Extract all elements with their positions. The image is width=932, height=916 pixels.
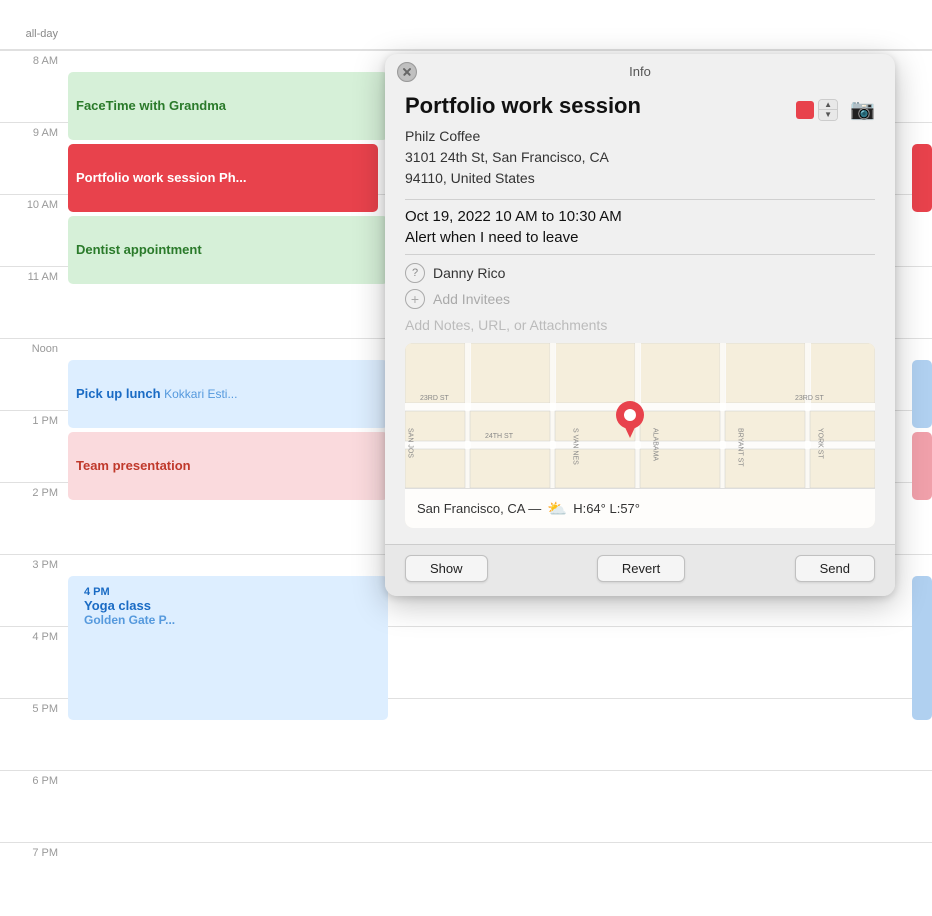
- add-invitees-label: Add Invitees: [433, 291, 510, 307]
- time-slot-6pm: [68, 771, 932, 842]
- event-facetime-title: FaceTime with Grandma: [76, 98, 226, 113]
- svg-text:ALABAMA: ALABAMA: [652, 428, 659, 461]
- popup-person-row: ? Danny Rico: [405, 263, 875, 283]
- time-label-3pm: 3 PM: [0, 555, 68, 571]
- time-label-10am: 10 AM: [0, 195, 68, 211]
- show-button[interactable]: Show: [405, 555, 488, 582]
- map-canvas: 23RD ST 23RD ST 24TH ST SAN JOS S VAN NE…: [405, 343, 875, 488]
- popup-alert: Alert when I need to leave: [405, 229, 875, 246]
- popup-datetime: Oct 19, 2022 10 AM to 10:30 AM: [405, 208, 875, 225]
- popup-divider-1: [405, 199, 875, 200]
- event-yoga-location: Golden Gate P...: [84, 613, 372, 627]
- popup-body: Portfolio work session ▲ ▼ 📷 Philz Coffe…: [385, 85, 895, 544]
- time-label-9am: 9 AM: [0, 123, 68, 139]
- weather-text: San Francisco, CA —: [417, 501, 541, 516]
- event-yoga-title: Yoga class: [84, 598, 372, 613]
- event-team-title: Team presentation: [76, 458, 191, 473]
- svg-text:23RD ST: 23RD ST: [420, 395, 450, 402]
- svg-text:S VAN NES: S VAN NES: [572, 428, 579, 465]
- event-team-right-bar: [912, 432, 932, 500]
- time-label-noon: Noon: [0, 339, 68, 355]
- info-popup: Info Portfolio work session ▲ ▼ 📷 Philz …: [385, 54, 895, 596]
- popup-event-header: Portfolio work session ▲ ▼ 📷: [405, 93, 875, 122]
- time-label-4pm: 4 PM: [0, 627, 68, 643]
- event-team[interactable]: Team presentation: [68, 432, 388, 500]
- event-lunch[interactable]: Pick up lunch Kokkari Esti...: [68, 360, 388, 428]
- event-yoga-inner: 4 PM Yoga class Golden Gate P...: [76, 580, 380, 633]
- stepper-up[interactable]: ▲: [819, 100, 837, 110]
- event-lunch-right-bar: [912, 360, 932, 428]
- popup-footer: Show Revert Send: [385, 544, 895, 596]
- event-dentist[interactable]: Dentist appointment: [68, 216, 388, 284]
- stepper-down[interactable]: ▼: [819, 110, 837, 120]
- time-label-8am: 8 AM: [0, 51, 68, 67]
- all-day-label: all-day: [0, 28, 68, 40]
- time-label-11am: 11 AM: [0, 267, 68, 283]
- all-day-row: all-day: [0, 18, 932, 50]
- weather-icon: ⛅: [547, 499, 567, 519]
- popup-divider-2: [405, 254, 875, 255]
- event-lunch-title: Pick up lunch Kokkari Esti...: [76, 386, 237, 401]
- event-yoga-right-bar: [912, 576, 932, 720]
- event-facetime[interactable]: FaceTime with Grandma: [68, 72, 388, 140]
- map-svg: 23RD ST 23RD ST 24TH ST SAN JOS S VAN NE…: [405, 343, 875, 488]
- popup-header: Info: [385, 54, 895, 85]
- time-row-6pm: 6 PM: [0, 770, 932, 842]
- svg-text:YORK ST: YORK ST: [817, 428, 824, 459]
- person-name: Danny Rico: [433, 265, 505, 281]
- close-button[interactable]: [397, 62, 417, 82]
- video-icon[interactable]: 📷: [850, 97, 875, 122]
- time-label-7pm: 7 PM: [0, 843, 68, 859]
- popup-location: Philz Coffee 3101 24th St, San Francisco…: [405, 126, 875, 189]
- popup-event-title: Portfolio work session: [405, 93, 796, 119]
- send-button[interactable]: Send: [795, 555, 875, 582]
- event-portfolio-right-bar: [912, 144, 932, 212]
- add-invitees-row[interactable]: + Add Invitees: [405, 289, 875, 309]
- person-icon: ?: [405, 263, 425, 283]
- revert-button[interactable]: Revert: [597, 555, 685, 582]
- time-row-7pm: 7 PM: [0, 842, 932, 914]
- event-color-dot[interactable]: [796, 101, 814, 119]
- popup-invitees-section: ? Danny Rico + Add Invitees: [405, 263, 875, 309]
- location-name: Philz Coffee: [405, 126, 875, 147]
- popup-map[interactable]: 23RD ST 23RD ST 24TH ST SAN JOS S VAN NE…: [405, 343, 875, 528]
- stepper-control[interactable]: ▲ ▼: [818, 99, 838, 121]
- time-label-5pm: 5 PM: [0, 699, 68, 715]
- event-portfolio-title: Portfolio work session Ph...: [76, 170, 246, 185]
- time-label-2pm: 2 PM: [0, 483, 68, 499]
- popup-controls: ▲ ▼ 📷: [796, 97, 875, 122]
- popup-title: Info: [629, 64, 651, 79]
- time-label-1pm: 1 PM: [0, 411, 68, 427]
- svg-text:BRYANT ST: BRYANT ST: [737, 428, 744, 467]
- svg-text:24TH ST: 24TH ST: [485, 433, 514, 440]
- event-portfolio[interactable]: Portfolio work session Ph...: [68, 144, 378, 212]
- event-dentist-title: Dentist appointment: [76, 242, 202, 257]
- location-address: 3101 24th St, San Francisco, CA94110, Un…: [405, 147, 875, 189]
- popup-notes-placeholder[interactable]: Add Notes, URL, or Attachments: [405, 317, 875, 333]
- time-label-6pm: 6 PM: [0, 771, 68, 787]
- add-invitees-icon: +: [405, 289, 425, 309]
- weather-temp: H:64° L:57°: [573, 501, 640, 516]
- svg-text:23RD ST: 23RD ST: [795, 395, 825, 402]
- event-yoga-time: 4 PM: [84, 586, 372, 598]
- map-weather-bar: San Francisco, CA — ⛅ H:64° L:57°: [405, 488, 875, 528]
- event-yoga[interactable]: 4 PM Yoga class Golden Gate P...: [68, 576, 388, 720]
- time-slot-7pm: [68, 843, 932, 914]
- svg-text:SAN JOS: SAN JOS: [407, 428, 414, 458]
